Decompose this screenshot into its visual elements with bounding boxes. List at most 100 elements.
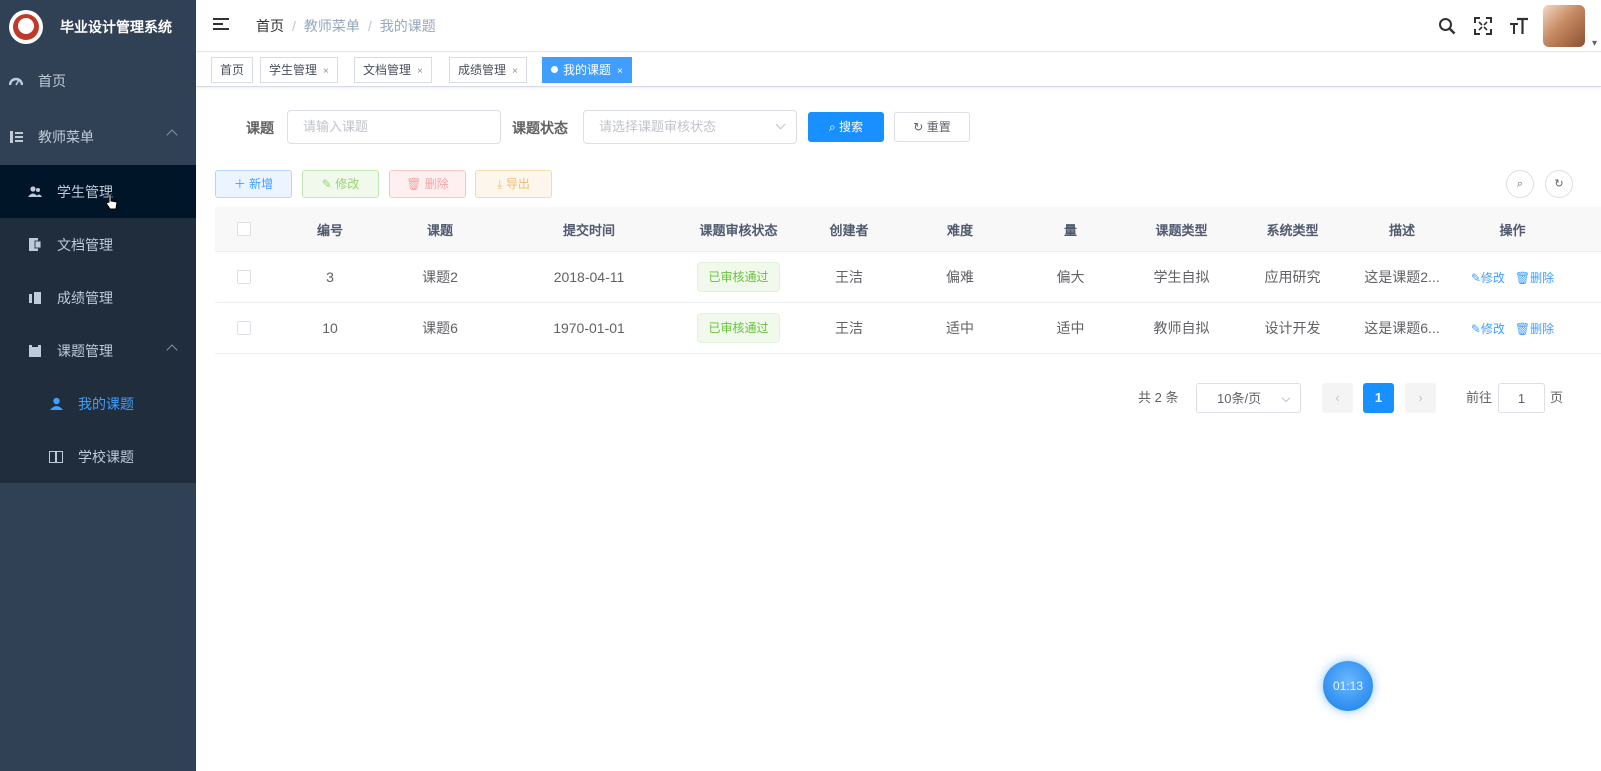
tag-document-management[interactable]: 文档管理 × [354,57,432,83]
page-number-current[interactable]: 1 [1363,383,1394,413]
select-all-checkbox[interactable] [237,222,251,236]
menu-tree-icon [8,130,24,144]
chevron-left-icon: ‹ [1335,390,1340,405]
peoples-icon [27,185,43,199]
edit-button[interactable]: ✎ 修改 [302,170,379,198]
add-button[interactable]: ＋ 新增 [215,170,292,198]
sidebar-item-label: 课题管理 [57,342,113,359]
status-label: 课题状态 [512,120,568,136]
row-delete-link[interactable]: 🗑删除 [1515,269,1554,286]
header-actions: 操作 [1499,222,1526,238]
breadcrumb-item[interactable]: 首页 [256,18,284,34]
clipboard-icon [27,344,43,358]
page-suffix: 页 [1550,390,1564,405]
cell-description: 这是课题2... [1364,269,1440,285]
sidebar-item-teacher-menu[interactable]: 教师菜单 [0,109,196,165]
edit-icon: ✎ [1470,270,1481,285]
trash-icon: 🗑 [1514,270,1531,285]
header-description: 描述 [1388,222,1415,238]
close-icon[interactable]: × [617,66,623,77]
close-icon[interactable]: × [512,66,518,77]
header-amount: 量 [1063,222,1077,238]
header-topic-type: 课题类型 [1155,222,1208,238]
trash-icon: 🗑 [406,177,425,191]
tag-student-management[interactable]: 学生管理 × [260,57,338,83]
tag-home[interactable]: 首页 [211,57,254,83]
prev-page-button[interactable]: ‹ [1322,383,1353,413]
sidebar-item-label: 我的课题 [78,395,134,412]
sidebar-item-label: 文档管理 [57,236,113,253]
cell-topic: 课题2 [422,269,458,285]
top-navbar: 首页 / 教师菜单 / 我的课题 [196,0,1601,52]
goto-label: 前往 [1466,390,1493,405]
cell-system-type: 应用研究 [1264,269,1321,285]
refresh-icon: ↻ [1554,178,1564,190]
close-icon[interactable]: × [323,66,329,77]
page-size-select[interactable]: 10条/页 [1196,383,1301,413]
document-icon [27,238,43,252]
sidebar-item-my-topics[interactable]: 我的课题 [0,377,196,430]
search-icon: ⌕ [828,120,840,134]
next-page-button[interactable]: › [1405,383,1436,413]
avatar[interactable] [1543,5,1597,49]
cell-submit-time: 1970-01-01 [553,320,625,336]
topic-label: 课题 [246,120,274,136]
sidebar-item-label: 成绩管理 [57,289,113,306]
edit-icon: ✎ [321,177,336,191]
recording-timer[interactable]: 01:13 [1323,661,1373,711]
row-checkbox[interactable] [237,270,251,284]
cell-description: 这是课题6... [1364,320,1440,336]
reset-button[interactable]: ↻ 重置 [894,112,970,142]
goto-page-input[interactable]: 1 [1498,383,1545,413]
sidebar: 毕业设计管理系统 首页 教师菜单 学生管理 文档管理 成绩管理 课题管理 我的课… [0,0,196,771]
search-icon[interactable] [1429,17,1465,35]
sidebar-item-document-management[interactable]: 文档管理 [0,218,196,271]
chevron-up-icon [166,129,178,141]
hamburger-icon[interactable] [213,18,229,32]
tag-score-management[interactable]: 成绩管理 × [449,57,527,83]
cell-topic-type: 教师自拟 [1153,320,1210,336]
edit-icon: ✎ [1470,321,1481,336]
export-button[interactable]: ⤓ 导出 [475,170,552,198]
sidebar-item-school-topics[interactable]: 学校课题 [0,430,196,483]
app-title: 毕业设计管理系统 [60,18,172,35]
cell-creator: 王洁 [835,269,863,285]
logo-area: 毕业设计管理系统 [0,0,196,53]
refresh-icon: ↻ [913,120,927,134]
delete-button[interactable]: 🗑 删除 [389,170,466,198]
row-edit-link[interactable]: ✎修改 [1471,320,1505,337]
header-creator: 创建者 [829,222,869,238]
header-difficulty: 难度 [946,222,973,238]
toggle-search-button[interactable]: ⌕ [1506,170,1534,198]
sidebar-item-label: 学校课题 [78,448,134,465]
row-delete-link[interactable]: 🗑删除 [1515,320,1554,337]
breadcrumb-item: 教师菜单 [303,18,360,34]
breadcrumb-item: 我的课题 [379,18,436,34]
sidebar-item-student-management[interactable]: 学生管理 [0,165,196,218]
cell-amount: 偏大 [1056,269,1085,285]
topic-input[interactable]: 请输入课题 [287,110,501,144]
cell-amount: 适中 [1056,320,1085,336]
fullscreen-icon[interactable] [1465,17,1501,35]
sidebar-item-score-management[interactable]: 成绩管理 [0,271,196,324]
status-badge: 已审核通过 [697,313,780,343]
status-select[interactable]: 请选择课题审核状态 [583,110,797,144]
sidebar-item-home[interactable]: 首页 [0,53,196,109]
submenu-teacher: 学生管理 文档管理 成绩管理 课题管理 我的课题 学校课题 [0,165,196,483]
search-button[interactable]: ⌕ 搜索 [808,112,884,142]
user-icon [48,397,64,411]
breadcrumb: 首页 / 教师菜单 / 我的课题 [256,18,436,34]
row-edit-link[interactable]: ✎修改 [1471,269,1505,286]
hand-cursor-icon [106,193,118,210]
cell-difficulty: 适中 [946,320,974,336]
refresh-button[interactable]: ↻ [1545,170,1573,198]
close-icon[interactable]: × [417,66,423,77]
sidebar-item-label: 学生管理 [57,183,113,200]
font-size-icon[interactable] [1501,17,1537,35]
tag-my-topics[interactable]: 我的课题 × [542,57,632,83]
cell-difficulty: 偏难 [946,269,974,285]
pagination-total: 共 2 条 [1138,390,1179,405]
book-icon [48,450,64,464]
sidebar-item-topic-management[interactable]: 课题管理 [0,324,196,377]
row-checkbox[interactable] [237,321,251,335]
